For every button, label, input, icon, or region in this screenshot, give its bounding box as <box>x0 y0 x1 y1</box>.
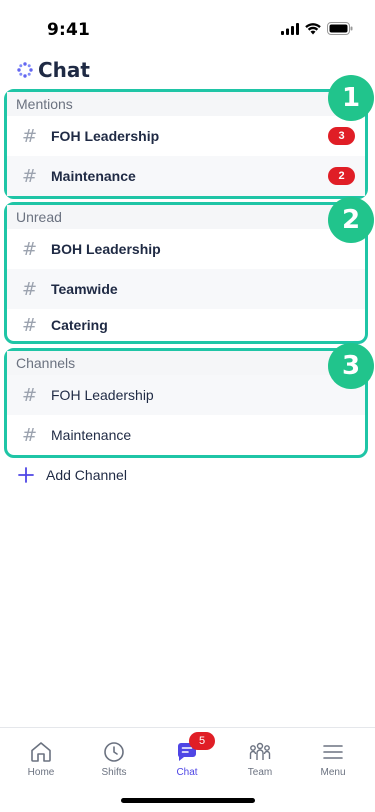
channel-row-foh-leadership-mention[interactable]: # FOH Leadership 3 <box>7 116 365 156</box>
tab-label: Chat <box>176 767 198 778</box>
status-icons <box>281 22 353 35</box>
tab-chat[interactable]: Chat 5 <box>157 732 217 778</box>
tab-label: Team <box>247 767 273 778</box>
channel-row-boh-leadership[interactable]: # BOH Leadership <box>7 229 365 269</box>
section-header-unread: Unread <box>7 205 365 229</box>
channel-row-foh-leadership[interactable]: # FOH Leadership <box>7 375 365 415</box>
channel-label: FOH Leadership <box>51 128 160 144</box>
step-marker-3: 3 <box>328 343 374 389</box>
tab-label: Menu <box>320 767 346 778</box>
plus-icon <box>18 467 34 483</box>
hash-icon: # <box>22 165 38 187</box>
channel-label: Maintenance <box>51 427 132 443</box>
hash-icon: # <box>22 314 38 336</box>
channel-row-maintenance-mention[interactable]: # Maintenance 2 <box>7 156 365 196</box>
unread-count-badge: 2 <box>328 167 355 185</box>
channels-section: Channels # FOH Leadership # Maintenance <box>4 348 368 458</box>
status-bar: 9:41 <box>0 0 375 50</box>
page-header: Chat <box>16 58 90 82</box>
tab-shifts[interactable]: Shifts <box>84 740 144 778</box>
home-icon <box>31 742 51 762</box>
add-channel-button[interactable]: Add Channel <box>18 462 127 488</box>
battery-icon <box>327 22 353 35</box>
unread-section: Unread # BOH Leadership # Teamwide # Cat… <box>4 202 368 344</box>
tab-menu[interactable]: Menu <box>303 740 363 778</box>
home-indicator <box>121 798 255 803</box>
menu-icon <box>323 745 343 759</box>
unread-count-badge: 3 <box>328 127 355 145</box>
tab-label: Shifts <box>101 767 127 778</box>
channel-label: Maintenance <box>51 168 136 184</box>
channel-label: Teamwide <box>51 281 118 297</box>
wifi-icon <box>305 22 321 34</box>
sparkle-logo-icon <box>17 62 33 78</box>
channel-label: BOH Leadership <box>51 241 161 257</box>
clock-icon <box>104 742 124 762</box>
team-icon <box>249 742 271 760</box>
tab-home[interactable]: Home <box>11 740 71 778</box>
chat-unread-badge: 5 <box>189 732 215 750</box>
signal-icon <box>281 22 299 35</box>
channel-row-catering[interactable]: # Catering <box>7 309 365 341</box>
section-header-channels: Channels <box>7 351 365 375</box>
hash-icon: # <box>22 238 38 260</box>
section-header-mentions: Mentions <box>7 92 365 116</box>
channel-label: FOH Leadership <box>51 387 154 403</box>
step-marker-2: 2 <box>328 197 374 243</box>
mentions-section: Mentions # FOH Leadership 3 # Maintenanc… <box>4 89 368 199</box>
hash-icon: # <box>22 384 38 406</box>
tab-label: Home <box>27 767 55 778</box>
hash-icon: # <box>22 424 38 446</box>
hash-icon: # <box>22 125 38 147</box>
channel-row-maintenance[interactable]: # Maintenance <box>7 415 365 455</box>
add-channel-label: Add Channel <box>46 467 127 483</box>
channel-label: Catering <box>51 317 108 333</box>
step-marker-1: 1 <box>328 75 374 121</box>
page-title: Chat <box>38 58 90 82</box>
tab-team[interactable]: Team <box>230 740 290 778</box>
status-time: 9:41 <box>47 20 91 40</box>
channel-row-teamwide[interactable]: # Teamwide <box>7 269 365 309</box>
hash-icon: # <box>22 278 38 300</box>
